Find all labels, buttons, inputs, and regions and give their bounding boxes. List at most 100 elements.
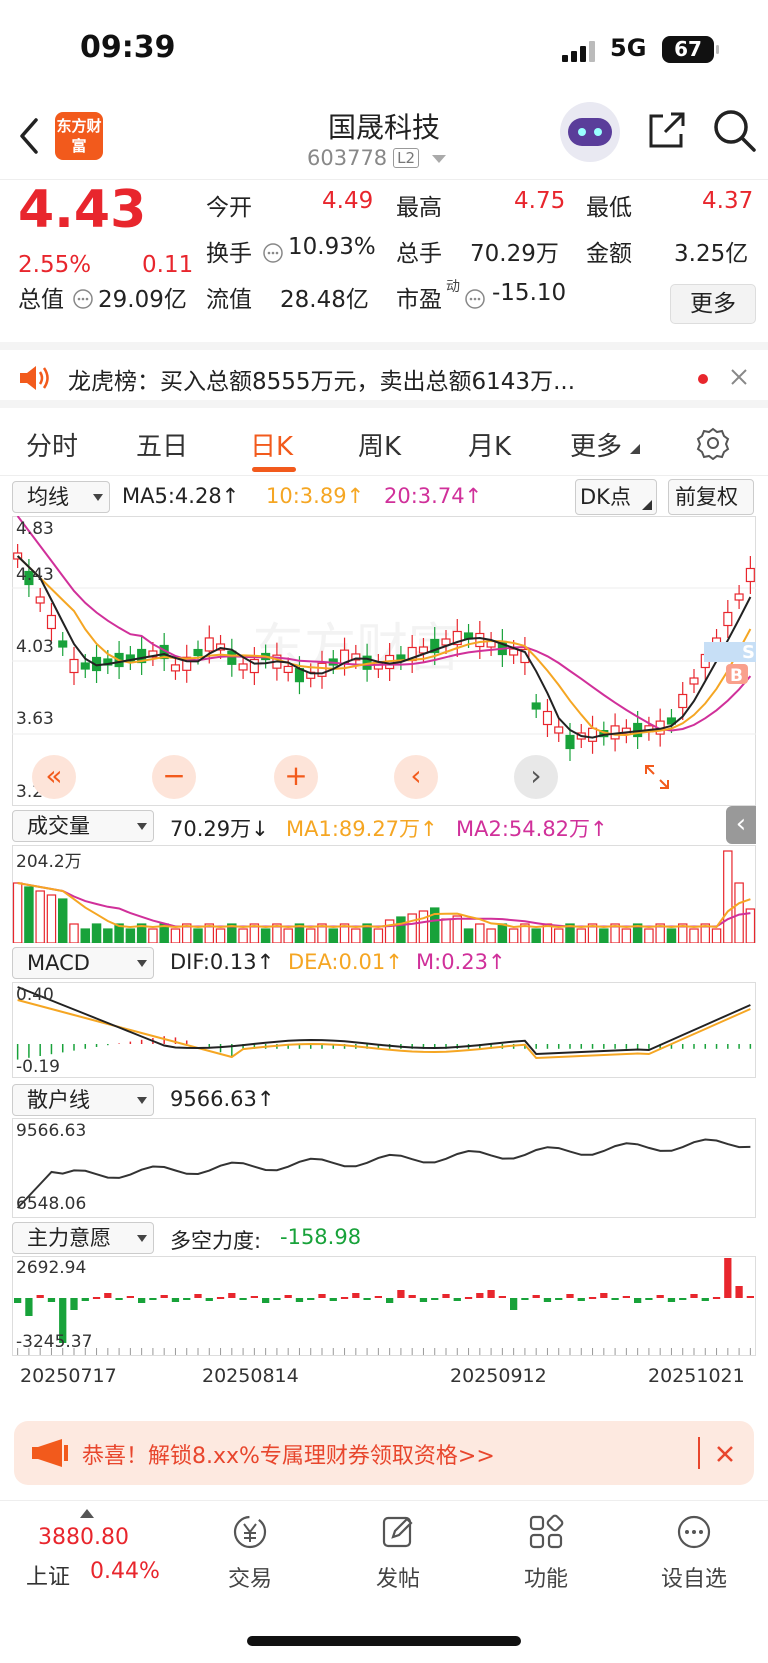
dragon-tiger-notice[interactable]: 龙虎榜：买入总额8555万元，卖出总额6143万... [0, 342, 768, 408]
volume-bar [305, 928, 316, 943]
force-bar [487, 1290, 495, 1298]
retail-select[interactable]: 散户线 [12, 1084, 154, 1116]
dk-point-button[interactable]: DK点 [575, 479, 657, 515]
force-bar [36, 1295, 44, 1298]
macd-chart[interactable] [12, 982, 756, 1078]
tab-daily-k[interactable]: 日K [250, 426, 293, 463]
tab-five-day[interactable]: 五日 [136, 426, 188, 463]
volume-bar [69, 923, 79, 943]
force-bar [408, 1295, 416, 1298]
function-button[interactable]: 功能 [486, 1513, 606, 1593]
float-label: 流值 [206, 287, 252, 313]
x-date: 20250814 [202, 1365, 299, 1387]
buy-marker[interactable]: B [730, 666, 743, 686]
volume-select[interactable]: 成交量 [12, 810, 154, 842]
retail-select-label: 散户线 [27, 1088, 90, 1112]
status-time: 09:39 [80, 30, 176, 65]
force-bar [532, 1295, 540, 1298]
volume-bar [46, 894, 57, 943]
tab-weekly-k[interactable]: 周K [358, 426, 401, 463]
ma10-value: 10:3.89↑ [266, 484, 365, 508]
collapse-side-button[interactable]: ‹ [726, 806, 756, 844]
sell-marker[interactable]: S [742, 642, 755, 663]
quote-panel: 4.43 2.55% 0.11 今开 4.49 最高 4.75 最低 4.37 … [0, 180, 768, 340]
stock-code-row[interactable]: 603778 L2 [307, 146, 448, 170]
expand-icon[interactable] [644, 764, 670, 790]
candle [734, 593, 744, 601]
volume-bar [497, 923, 508, 943]
force-bar [352, 1293, 360, 1298]
candle [204, 637, 214, 652]
home-indicator [247, 1636, 521, 1646]
volume-bar [531, 928, 541, 943]
force-bar [419, 1298, 428, 1302]
chart-tabs: 分时 五日 日K 周K 月K 更多 [0, 410, 768, 476]
force-bar [431, 1298, 439, 1300]
volume-chart[interactable] [12, 845, 756, 943]
force-bar [262, 1298, 270, 1303]
candle [193, 648, 203, 657]
force-bar [47, 1298, 56, 1302]
force-bar [307, 1298, 315, 1300]
force-bar [126, 1296, 134, 1298]
pan-left-button[interactable]: ‹ [394, 755, 438, 799]
pe-superscript: 动 [446, 279, 460, 295]
close-icon[interactable] [730, 368, 748, 386]
ma5-value: MA5:4.28↑ [122, 484, 240, 508]
volume-bar [463, 928, 474, 943]
macd-select[interactable]: MACD [12, 947, 154, 979]
close-icon[interactable] [716, 1445, 734, 1463]
low-value: 4.37 [702, 188, 754, 214]
pan-right-button[interactable]: › [514, 755, 558, 799]
add-watchlist-button[interactable]: 设自选 [634, 1513, 754, 1593]
tab-minute[interactable]: 分时 [26, 426, 78, 463]
retail-value: 9566.63↑ [170, 1087, 275, 1111]
force-bar [622, 1296, 630, 1298]
trade-button[interactable]: 交易 [190, 1513, 310, 1593]
search-icon[interactable] [712, 108, 758, 154]
volume-bar [441, 918, 451, 943]
zoom-in-button[interactable]: + [274, 755, 318, 799]
macd-y-top: 0.40 [16, 985, 54, 1005]
trade-label: 交易 [227, 1567, 272, 1592]
adjust-button[interactable]: 前复权 [668, 479, 754, 515]
more-quote-button[interactable]: 更多 [670, 284, 756, 324]
level2-badge: L2 [393, 148, 420, 168]
settings-icon[interactable] [696, 426, 730, 460]
retail-chart[interactable] [12, 1118, 756, 1218]
kline-chart[interactable]: 东方财富 S B [12, 516, 756, 806]
tab-monthly-k[interactable]: 月K [468, 426, 511, 463]
promo-banner[interactable]: 恭喜！解锁8.xx%专属理财券领取资格>> [14, 1421, 754, 1485]
retail-line [16, 1138, 751, 1209]
info-icon[interactable] [72, 288, 94, 310]
force-bar [329, 1298, 337, 1301]
candle [554, 726, 564, 734]
index-value[interactable]: 3880.80 [38, 1525, 129, 1550]
force-bar [679, 1298, 687, 1300]
main-force-chart[interactable] [12, 1256, 756, 1356]
share-icon[interactable] [645, 108, 689, 152]
force-bar [645, 1298, 653, 1300]
force-bar [453, 1298, 461, 1301]
open-label: 今开 [206, 195, 252, 221]
tab-more[interactable]: 更多 [570, 426, 622, 463]
post-button[interactable]: 发帖 [338, 1513, 458, 1593]
force-bar [701, 1298, 709, 1301]
speaker-icon [20, 366, 49, 390]
force-bar [340, 1297, 349, 1299]
indicator-select[interactable]: 均线 [12, 481, 110, 513]
info-icon[interactable] [262, 242, 284, 264]
volume-bar [103, 928, 113, 943]
force-bar [363, 1298, 371, 1300]
assistant-robot-icon[interactable] [560, 102, 620, 162]
macd-m: M:0.23↑ [416, 950, 506, 974]
force-bar [92, 1297, 101, 1299]
info-icon[interactable] [464, 288, 486, 310]
candle [542, 710, 553, 726]
main-force-select[interactable]: 主力意愿 [12, 1222, 154, 1254]
pan-left-fast-button[interactable]: « [32, 755, 76, 799]
zoom-out-button[interactable]: − [152, 755, 196, 799]
volume-bar [57, 898, 68, 943]
dif-line [17, 986, 751, 1056]
corner-triangle-icon [630, 444, 640, 454]
